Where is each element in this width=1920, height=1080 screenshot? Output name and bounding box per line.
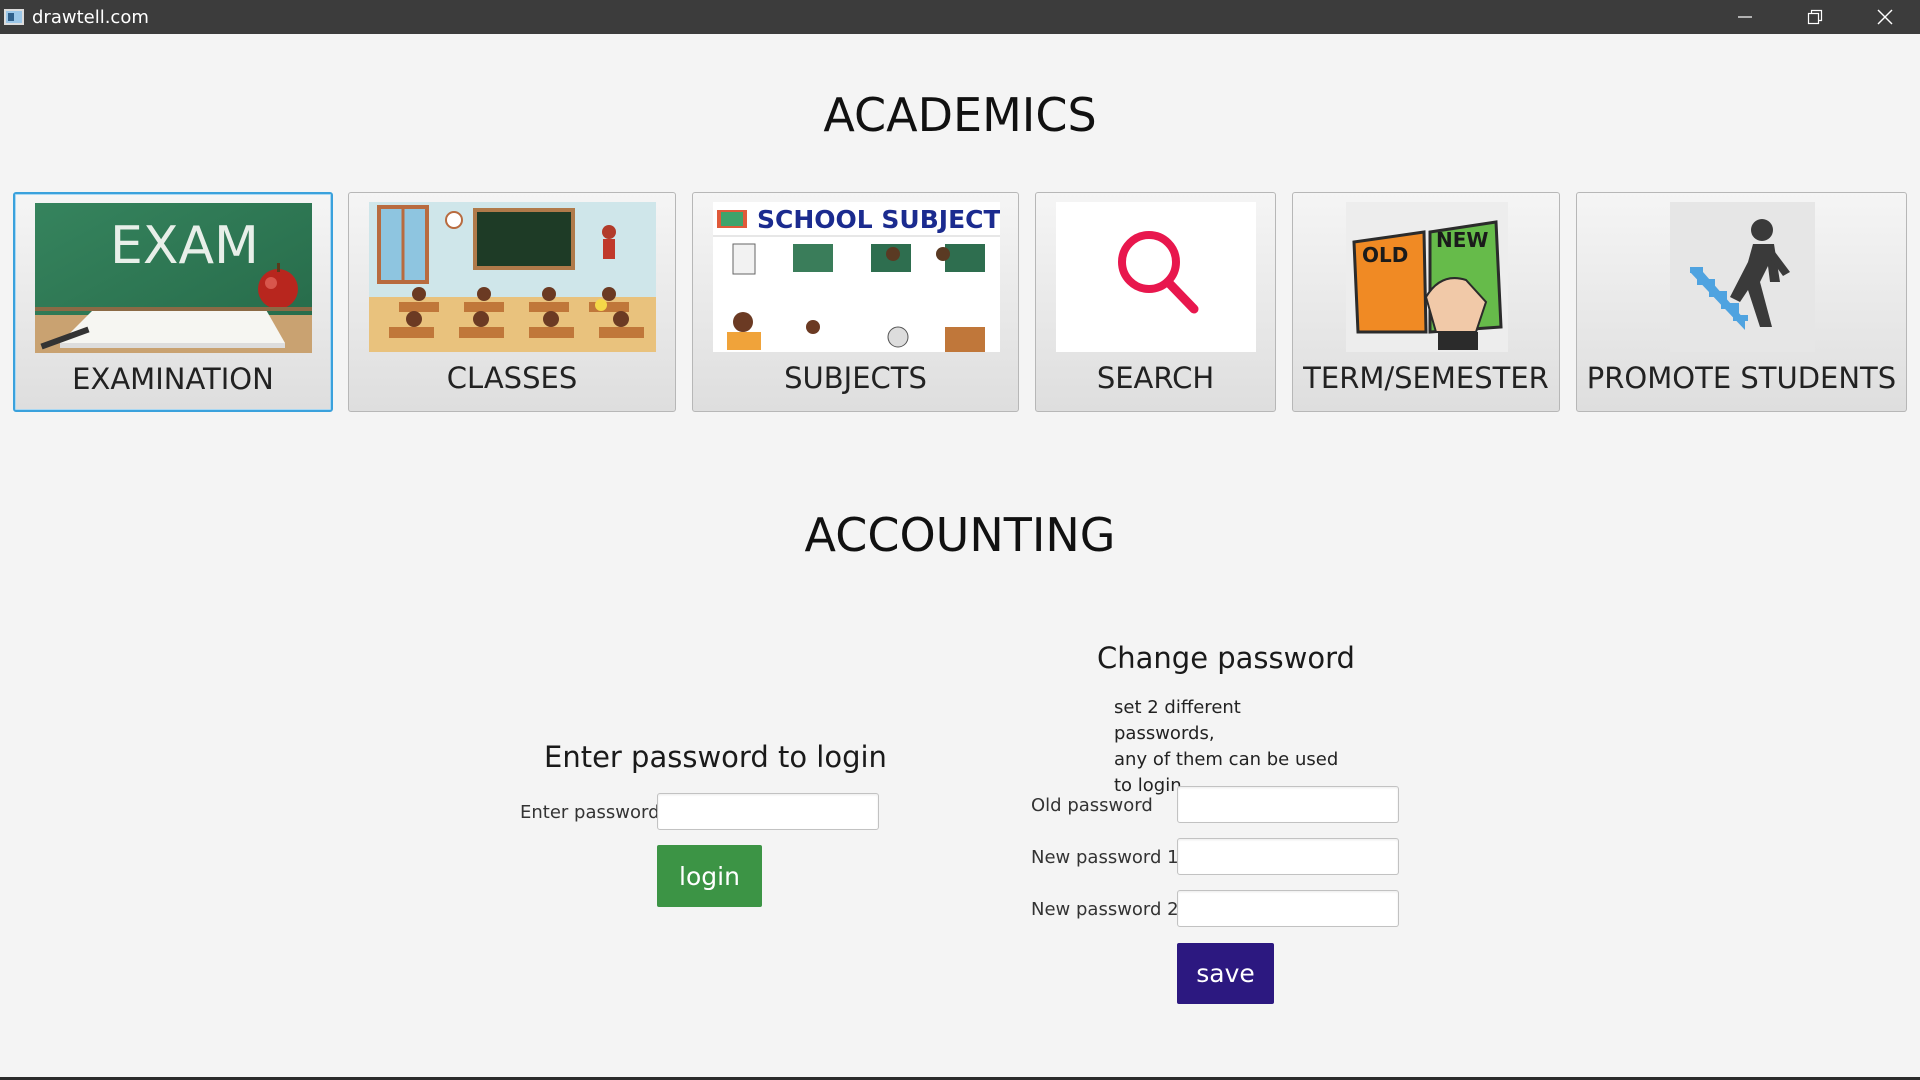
examination-tile[interactable]: EXAM EXAMINATION [13, 192, 333, 412]
new-password-1-label: New password 1 [1031, 847, 1179, 868]
promote-students-tile[interactable]: PROMOTE STUDENTS [1576, 192, 1907, 412]
tile-label: EXAMINATION [72, 362, 274, 396]
hint-line: set 2 different passwords, [1114, 697, 1241, 744]
new-password-1-input[interactable] [1177, 838, 1399, 875]
magnifier-icon [1056, 202, 1256, 352]
tile-label: SUBJECTS [784, 361, 927, 395]
old-label: OLD [1362, 243, 1408, 267]
change-password-heading: Change password [1097, 641, 1355, 675]
restore-button[interactable] [1780, 0, 1850, 34]
academics-heading: ACADEMICS [823, 88, 1097, 142]
tile-label: SEARCH [1096, 361, 1215, 395]
close-button[interactable] [1850, 0, 1920, 34]
exam-chalkboard-image: EXAM [35, 203, 312, 353]
new-password-2-label: New password 2 [1031, 899, 1179, 920]
close-icon [1877, 9, 1893, 25]
login-button[interactable]: login [657, 845, 762, 907]
restore-icon [1807, 9, 1823, 25]
subjects-tile[interactable]: SCHOOL SUBJECTS SUBJECTS [692, 192, 1019, 412]
old-new-book-image: OLD NEW [1346, 202, 1508, 352]
tile-label: PROMOTE STUDENTS [1586, 361, 1897, 395]
exam-chalk-text: EXAM [110, 216, 259, 276]
classroom-image [369, 202, 656, 352]
window-title: drawtell.com [32, 6, 149, 28]
minimize-icon [1738, 16, 1752, 18]
tile-label: CLASSES [446, 361, 578, 395]
old-password-input[interactable] [1177, 786, 1399, 823]
password-input[interactable] [657, 793, 879, 830]
accounting-heading: ACCOUNTING [804, 508, 1116, 562]
classes-tile[interactable]: CLASSES [348, 192, 676, 412]
school-subjects-image: SCHOOL SUBJECTS [713, 202, 1000, 352]
hint-line: any of them can be used [1114, 749, 1339, 770]
login-heading: Enter password to login [544, 740, 887, 774]
tile-label: TERM/SEMESTER [1303, 361, 1549, 395]
save-button[interactable]: save [1177, 943, 1274, 1004]
new-password-2-input[interactable] [1177, 890, 1399, 927]
person-climbing-stairs-icon [1670, 202, 1815, 352]
password-hint: set 2 different passwords, any of them c… [1114, 695, 1344, 799]
new-label: NEW [1436, 228, 1488, 252]
app-icon [4, 9, 24, 25]
minimize-button[interactable] [1710, 0, 1780, 34]
subjects-image-title: SCHOOL SUBJECTS [757, 205, 1000, 234]
window-controls [1710, 0, 1920, 34]
old-password-label: Old password [1031, 795, 1153, 816]
window-titlebar: drawtell.com [0, 0, 1920, 34]
term-semester-tile[interactable]: OLD NEW TERM/SEMESTER [1292, 192, 1560, 412]
password-label: Enter password [520, 802, 660, 823]
search-tile[interactable]: SEARCH [1035, 192, 1276, 412]
